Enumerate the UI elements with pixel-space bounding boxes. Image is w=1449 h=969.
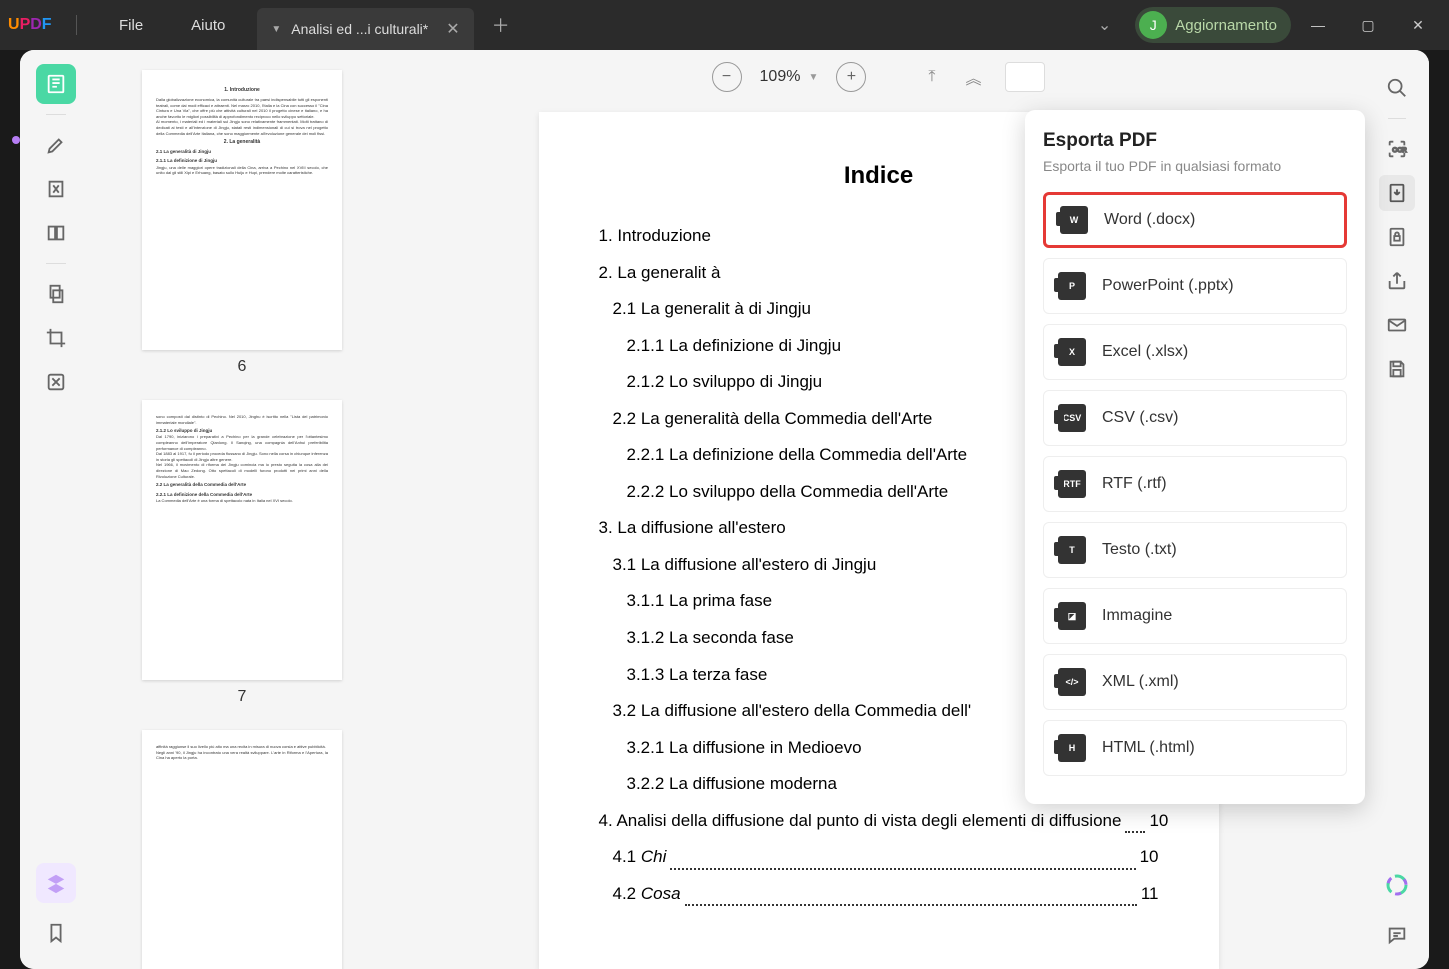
side-indicator-dot	[12, 136, 20, 144]
first-page-icon[interactable]: ⤒	[922, 68, 941, 86]
tab-close-icon[interactable]: ✕	[446, 19, 459, 39]
organize-pages-button[interactable]	[36, 274, 76, 314]
export-option-label: Testo (.txt)	[1102, 541, 1177, 559]
toc-entry: 4. Analisi della diffusione dal punto di…	[599, 803, 1159, 840]
file-type-icon: </>	[1058, 668, 1086, 696]
protect-icon[interactable]	[1379, 219, 1415, 255]
edit-text-button[interactable]	[36, 169, 76, 209]
svg-text:OCR: OCR	[1392, 147, 1407, 154]
file-type-icon: T	[1058, 536, 1086, 564]
export-option-label: RTF (.rtf)	[1102, 475, 1167, 493]
file-type-icon: H	[1058, 734, 1086, 762]
user-avatar: J	[1139, 11, 1167, 39]
page-thumbnail[interactable]: 1. Introduzione Dalla globalizzazione ec…	[142, 70, 342, 350]
export-option-word[interactable]: W Word (.docx)	[1043, 192, 1347, 248]
titlebar: UPDF File Aiuto ▼ Analisi ed ...i cultur…	[0, 0, 1449, 50]
thumbnail-panel: 1. Introduzione Dalla globalizzazione ec…	[92, 50, 392, 969]
export-option-xml[interactable]: </> XML (.xml)	[1043, 654, 1347, 710]
page-number-input[interactable]	[1005, 62, 1045, 92]
file-type-icon: RTF	[1058, 470, 1086, 498]
export-option-rtf[interactable]: RTF RTF (.rtf)	[1043, 456, 1347, 512]
export-option-excel[interactable]: X Excel (.xlsx)	[1043, 324, 1347, 380]
zoom-out-button[interactable]: −	[712, 62, 742, 92]
right-toolbar: OCR	[1365, 50, 1429, 969]
toc-entry: 4.1 Chi10	[613, 839, 1159, 876]
export-option-label: CSV (.csv)	[1102, 409, 1178, 427]
search-icon[interactable]	[1379, 70, 1415, 106]
export-option-label: Immagine	[1102, 607, 1172, 625]
export-option-label: HTML (.html)	[1102, 739, 1195, 757]
user-label: Aggiornamento	[1175, 17, 1277, 34]
crop-button[interactable]	[36, 318, 76, 358]
export-option-label: Word (.docx)	[1104, 211, 1195, 229]
window-close-icon[interactable]: ✕	[1395, 9, 1441, 41]
tab-title: Analisi ed ...i culturali*	[291, 21, 428, 37]
file-type-icon: X	[1058, 338, 1086, 366]
left-toolbar	[20, 50, 92, 969]
export-panel-title: Esporta PDF	[1043, 130, 1347, 152]
window-minimize-icon[interactable]: ―	[1295, 9, 1341, 41]
chevron-down-icon: ▼	[808, 72, 818, 83]
thumbnail-page-number: 7	[132, 688, 352, 706]
file-type-icon: P	[1058, 272, 1086, 300]
thumbnail-page-number: 6	[132, 358, 352, 376]
share-icon[interactable]	[1379, 263, 1415, 299]
layers-button[interactable]	[36, 863, 76, 903]
zoom-level[interactable]: 109%▼	[760, 68, 819, 86]
page-layout-button[interactable]	[36, 213, 76, 253]
redact-button[interactable]	[36, 362, 76, 402]
export-option-powerpoint[interactable]: P PowerPoint (.pptx)	[1043, 258, 1347, 314]
highlight-button[interactable]	[36, 125, 76, 165]
export-option-label: XML (.xml)	[1102, 673, 1179, 691]
export-option-immagine[interactable]: ◪ Immagine	[1043, 588, 1347, 644]
user-badge[interactable]: J Aggiornamento	[1135, 7, 1291, 43]
app-logo: UPDF	[8, 16, 58, 34]
ocr-icon[interactable]: OCR	[1379, 131, 1415, 167]
comment-icon[interactable]	[1379, 917, 1415, 953]
page-thumbnail[interactable]: sono composti dal distinto di Pechino. N…	[142, 400, 342, 680]
tab-dropdown-icon[interactable]: ▼	[271, 24, 281, 35]
email-icon[interactable]	[1379, 307, 1415, 343]
page-thumbnail[interactable]: affinità raggiunse il suo livello più al…	[142, 730, 342, 969]
file-type-icon: W	[1060, 206, 1088, 234]
export-icon[interactable]	[1379, 175, 1415, 211]
zoom-in-button[interactable]: +	[836, 62, 866, 92]
bookmark-button[interactable]	[36, 913, 76, 953]
export-option-label: PowerPoint (.pptx)	[1102, 277, 1234, 295]
viewer-toolbar: − 109%▼ + ⤒ ︽	[392, 50, 1365, 104]
tab-add-icon[interactable]: ＋	[492, 12, 510, 38]
document-tab[interactable]: ▼ Analisi ed ...i culturali* ✕	[257, 8, 473, 50]
export-panel: Esporta PDF Esporta il tuo PDF in qualsi…	[1025, 110, 1365, 804]
file-type-icon: CSV	[1058, 404, 1086, 432]
export-option-testo[interactable]: T Testo (.txt)	[1043, 522, 1347, 578]
export-panel-subtitle: Esporta il tuo PDF in qualsiasi formato	[1043, 158, 1347, 174]
menu-help[interactable]: Aiuto	[167, 17, 249, 34]
save-icon[interactable]	[1379, 351, 1415, 387]
reader-mode-button[interactable]	[36, 64, 76, 104]
ai-assistant-icon[interactable]	[1379, 867, 1415, 903]
export-option-csv[interactable]: CSV CSV (.csv)	[1043, 390, 1347, 446]
toc-entry: 4.2 Cosa11	[613, 876, 1159, 913]
export-option-html[interactable]: H HTML (.html)	[1043, 720, 1347, 776]
prev-page-icon[interactable]: ︽	[959, 65, 987, 89]
export-option-label: Excel (.xlsx)	[1102, 343, 1188, 361]
menu-file[interactable]: File	[95, 17, 167, 34]
tabs-chevron-down-icon[interactable]: ⌄	[1078, 15, 1131, 35]
window-maximize-icon[interactable]: ▢	[1345, 9, 1391, 41]
file-type-icon: ◪	[1058, 602, 1086, 630]
